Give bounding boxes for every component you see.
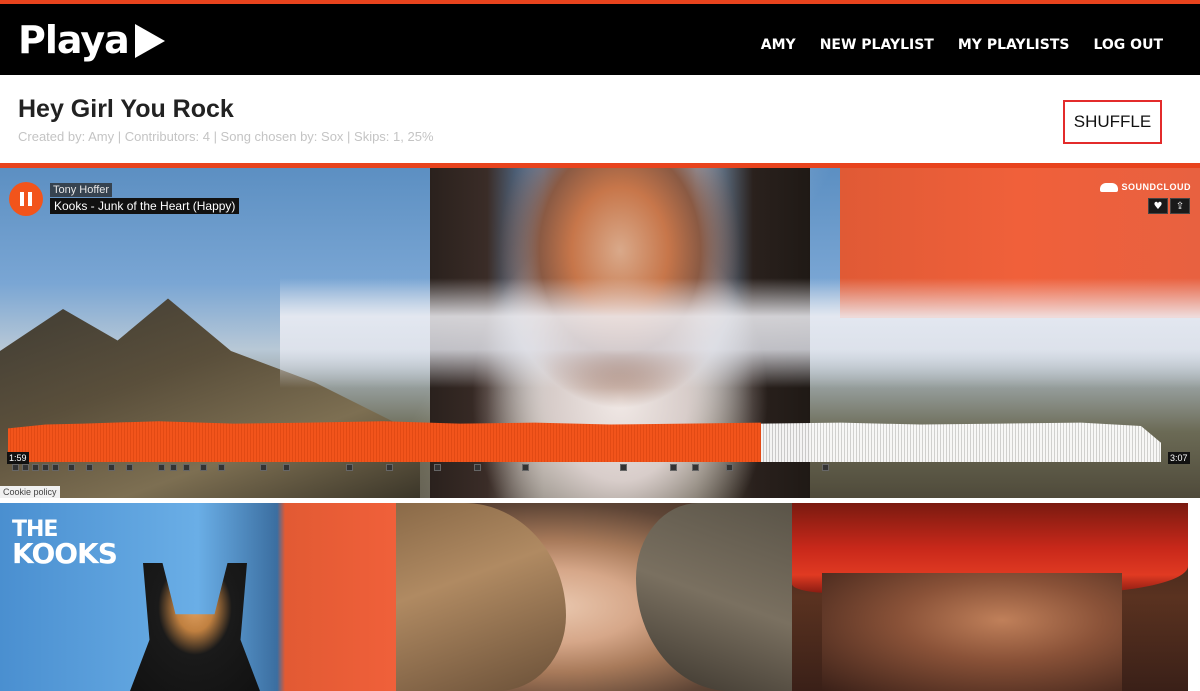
comment-avatar[interactable] [346, 464, 353, 471]
pause-icon-bar [28, 192, 32, 206]
soundcloud-label: SOUNDCLOUD [1121, 182, 1191, 192]
pause-button[interactable] [9, 182, 43, 216]
album-cover-portrait-right [636, 503, 792, 691]
nav-new-playlist[interactable]: NEW PLAYLIST [820, 37, 934, 53]
playlist-title: Hey Girl You Rock [18, 95, 234, 123]
comment-avatar[interactable] [86, 464, 93, 471]
album-tile-visor[interactable] [792, 503, 1188, 691]
nav-log-out[interactable]: LOG OUT [1093, 37, 1163, 53]
top-navbar: Playa AMY NEW PLAYLIST MY PLAYLISTS LOG … [0, 0, 1200, 75]
logo-text: Playa [18, 18, 130, 62]
album-tile-couple[interactable] [396, 503, 792, 691]
playlist-meta: Created by: Amy | Contributors: 4 | Song… [18, 129, 434, 144]
nav-user-amy[interactable]: AMY [761, 37, 796, 53]
soundcloud-cloud-icon [1099, 182, 1118, 192]
album-cover-face [822, 573, 1122, 691]
track-duration: 3:07 [1168, 452, 1190, 464]
album-cover-portrait-left [396, 503, 566, 691]
comment-avatar[interactable] [386, 464, 393, 471]
comment-avatar[interactable] [52, 464, 59, 471]
main-nav: AMY NEW PLAYLIST MY PLAYLISTS LOG OUT [761, 37, 1163, 53]
comment-avatar[interactable] [434, 464, 441, 471]
soundcloud-logo[interactable]: SOUNDCLOUD [1099, 182, 1192, 192]
playlist-header: Hey Girl You Rock Created by: Amy | Cont… [0, 75, 1200, 163]
album-cover-figure [130, 563, 260, 691]
comment-avatar[interactable] [260, 464, 267, 471]
comment-avatar[interactable] [670, 464, 677, 471]
waveform-played [8, 421, 761, 462]
elapsed-time: 1:59 [7, 452, 29, 464]
cookie-policy-link[interactable]: Cookie policy [0, 486, 60, 498]
shuffle-button[interactable]: SHUFFLE [1063, 100, 1162, 144]
comment-avatar[interactable] [283, 464, 290, 471]
comment-avatar[interactable] [218, 464, 225, 471]
comment-avatar[interactable] [68, 464, 75, 471]
comment-avatar[interactable] [474, 464, 481, 471]
comment-avatar[interactable] [126, 464, 133, 471]
comment-avatar[interactable] [108, 464, 115, 471]
comment-avatar[interactable] [32, 464, 39, 471]
comment-avatars [8, 464, 1192, 472]
share-icon[interactable]: ⇪ [1170, 198, 1190, 214]
play-triangle-icon [134, 24, 165, 58]
comment-avatar[interactable] [522, 464, 529, 471]
album-tile-kooks[interactable]: THE KOOKS [0, 503, 396, 691]
track-title[interactable]: Kooks - Junk of the Heart (Happy) [50, 198, 240, 214]
artwork-white-brush [280, 278, 1200, 388]
comment-avatar[interactable] [200, 464, 207, 471]
heart-icon[interactable]: ♥ [1148, 198, 1168, 214]
waveform-remaining [761, 422, 1161, 462]
comment-avatar[interactable] [22, 464, 29, 471]
comment-avatar[interactable] [726, 464, 733, 471]
soundcloud-player: Tony Hoffer Kooks - Junk of the Heart (H… [0, 168, 1200, 498]
comment-avatar[interactable] [692, 464, 699, 471]
comment-avatar[interactable] [183, 464, 190, 471]
album-grid: THE KOOKS [0, 503, 1200, 691]
comment-avatar[interactable] [822, 464, 829, 471]
comment-avatar[interactable] [170, 464, 177, 471]
comment-avatar[interactable] [158, 464, 165, 471]
comment-avatar[interactable] [12, 464, 19, 471]
track-artist[interactable]: Tony Hoffer [50, 183, 113, 197]
pause-icon [20, 192, 24, 206]
waveform[interactable] [8, 414, 1192, 462]
comment-avatar[interactable] [42, 464, 49, 471]
nav-my-playlists[interactable]: MY PLAYLISTS [958, 37, 1070, 53]
album-cover-text-kooks: KOOKS [12, 537, 118, 570]
playa-logo[interactable]: Playa [18, 18, 165, 62]
comment-avatar[interactable] [620, 464, 627, 471]
